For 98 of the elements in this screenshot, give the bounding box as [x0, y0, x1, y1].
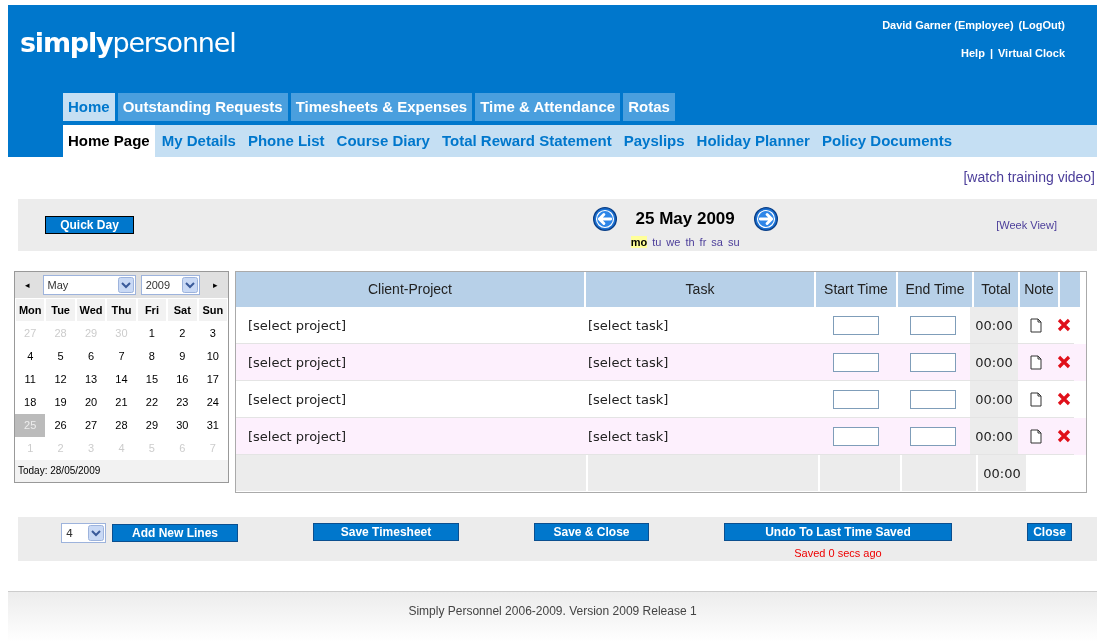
- separator: |: [989, 47, 993, 59]
- note-icon[interactable]: [1030, 428, 1042, 444]
- table-cell[interactable]: [select project]: [236, 344, 586, 381]
- weekday-link[interactable]: fr: [699, 236, 707, 248]
- user-name: David Garner (Employee): [882, 19, 1014, 31]
- weekday-link[interactable]: tu: [652, 236, 662, 248]
- weekday-header: Thu: [107, 299, 136, 321]
- save-close-button[interactable]: Save & Close: [534, 523, 649, 541]
- subnav-tab[interactable]: Home Page: [63, 125, 155, 157]
- today-label: Today: 28/05/2009: [15, 460, 228, 482]
- weekday-link[interactable]: we: [666, 236, 681, 248]
- year-select[interactable]: 2009: [140, 275, 201, 295]
- end-time-field[interactable]: [910, 315, 956, 335]
- save-status: Saved 0 secs ago: [794, 547, 882, 559]
- line-count-select[interactable]: 4: [61, 523, 106, 543]
- column-header: Client-Project: [236, 272, 586, 307]
- calendar-day[interactable]: 23: [167, 391, 198, 414]
- weekday-header: Sat: [168, 299, 197, 321]
- end-time-field[interactable]: [910, 389, 956, 409]
- calendar-day[interactable]: 7: [106, 345, 137, 368]
- table-cell: 00:00: [970, 307, 1018, 344]
- calendar-day[interactable]: 15: [136, 368, 168, 391]
- calendar-day[interactable]: 11: [15, 368, 46, 391]
- weekday-link[interactable]: su: [727, 236, 740, 248]
- delete-icon[interactable]: [1057, 429, 1071, 443]
- column-header: Start Time: [816, 272, 898, 307]
- calendar-day[interactable]: 1: [136, 322, 168, 345]
- week-view-link[interactable]: [Week View]: [996, 219, 1057, 231]
- calendar-day[interactable]: 4: [15, 345, 46, 368]
- calendar-day[interactable]: 30: [167, 414, 198, 437]
- training-video-link[interactable]: [watch training video]: [963, 169, 1095, 191]
- calendar-day[interactable]: 21: [106, 391, 137, 414]
- delete-icon[interactable]: [1057, 392, 1071, 406]
- calendar-day[interactable]: 17: [197, 368, 228, 391]
- start-time-field[interactable]: [833, 389, 879, 409]
- calendar-day[interactable]: 10: [197, 345, 228, 368]
- end-time-field[interactable]: [910, 352, 956, 372]
- delete-icon[interactable]: [1057, 355, 1071, 369]
- table-cell[interactable]: [select task]: [586, 344, 816, 381]
- weekday-header: Mon: [16, 299, 45, 321]
- calendar-day[interactable]: 13: [75, 368, 107, 391]
- dropdown-icon[interactable]: [88, 525, 104, 541]
- start-time-field[interactable]: [833, 426, 879, 446]
- month-select[interactable]: May: [42, 275, 136, 295]
- column-header: Note: [1020, 272, 1060, 307]
- start-time-field[interactable]: [833, 315, 879, 335]
- logo: simplypersonnel: [19, 26, 236, 60]
- note-icon[interactable]: [1030, 317, 1042, 333]
- help-link[interactable]: Help: [961, 47, 985, 59]
- calendar-day[interactable]: 31: [197, 414, 228, 437]
- note-icon[interactable]: [1030, 391, 1042, 407]
- calendar-day[interactable]: 18: [15, 391, 46, 414]
- calendar-day[interactable]: 3: [197, 322, 228, 345]
- table-cell: 00:00: [970, 418, 1018, 455]
- weekday-header: Sun: [198, 299, 227, 321]
- add-lines-button[interactable]: Add New Lines: [112, 524, 238, 542]
- calendar-day[interactable]: 26: [45, 414, 76, 437]
- calendar-day[interactable]: 27: [75, 414, 107, 437]
- start-time-field[interactable]: [833, 352, 879, 372]
- save-timesheet-button[interactable]: Save Timesheet: [313, 523, 459, 541]
- delete-icon[interactable]: [1057, 318, 1071, 332]
- calendar-day[interactable]: 24: [197, 391, 228, 414]
- weekday-link[interactable]: sa: [711, 236, 723, 248]
- column-header: Total: [974, 272, 1020, 307]
- calendar-day[interactable]: 2: [167, 322, 198, 345]
- quick-day-button[interactable]: Quick Day: [45, 216, 134, 234]
- calendar-day[interactable]: 22: [136, 391, 168, 414]
- column-header: End Time: [898, 272, 974, 307]
- dropdown-icon[interactable]: [182, 277, 199, 293]
- calendar-day[interactable]: 8: [136, 345, 168, 368]
- logout-link[interactable]: (LogOut): [1018, 19, 1065, 31]
- calendar-day[interactable]: 12: [45, 368, 76, 391]
- end-time-field[interactable]: [910, 426, 956, 446]
- total-cell: 00:00: [978, 455, 1028, 491]
- calendar-day[interactable]: 28: [106, 414, 137, 437]
- weekday-header: Wed: [76, 299, 106, 321]
- close-button[interactable]: Close: [1027, 523, 1072, 541]
- calendar-day[interactable]: 14: [106, 368, 137, 391]
- calendar-day[interactable]: 6: [75, 345, 107, 368]
- weekday-header: Tue: [46, 299, 75, 321]
- column-header: Task: [586, 272, 816, 307]
- weekday-link[interactable]: th: [685, 236, 695, 248]
- table-cell: 00:00: [970, 344, 1018, 381]
- calendar-day[interactable]: 19: [45, 391, 76, 414]
- calendar-day[interactable]: 9: [167, 345, 198, 368]
- dropdown-icon[interactable]: [117, 277, 134, 293]
- weekday-link[interactable]: mo: [630, 236, 648, 248]
- weekday-header: Fri: [137, 299, 167, 321]
- virtual-clock-link[interactable]: Virtual Clock: [997, 47, 1065, 59]
- calendar-day[interactable]: 16: [167, 368, 198, 391]
- undo-button[interactable]: Undo To Last Time Saved: [724, 523, 952, 541]
- note-icon[interactable]: [1030, 354, 1042, 370]
- calendar-day[interactable]: 29: [136, 414, 168, 437]
- header-cell: [1060, 272, 1082, 307]
- table-cell: 00:00: [970, 381, 1018, 418]
- current-date: 25 May 2009: [635, 209, 735, 229]
- calendar-day[interactable]: 20: [75, 391, 107, 414]
- calendar-day[interactable]: 5: [45, 345, 76, 368]
